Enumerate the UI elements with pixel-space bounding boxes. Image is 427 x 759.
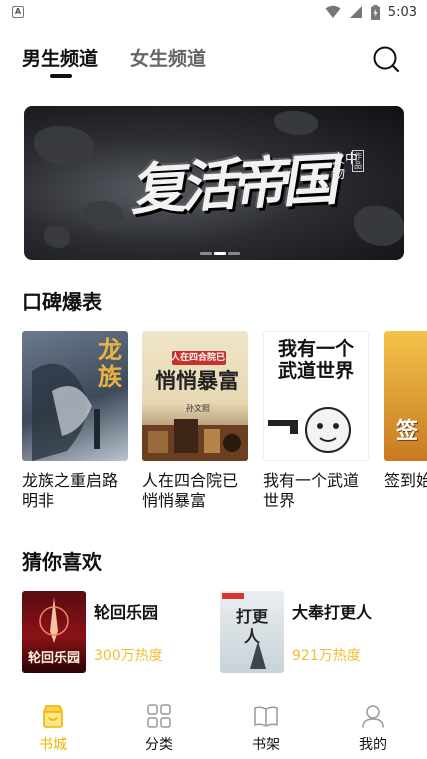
promo-banner[interactable]: 复活帝国 火中物 作品 [24, 106, 404, 260]
nav-label: 分类 [145, 737, 173, 753]
banner-dot[interactable] [200, 252, 212, 255]
banner-dot-active[interactable] [214, 252, 226, 255]
banner-dot[interactable] [228, 252, 240, 255]
signal-icon [349, 6, 362, 18]
cover-subtitle: 人在四合院已 [170, 353, 225, 363]
ranking-section-title: 口碑爆表 [22, 290, 102, 314]
book-heat: 921万热度 [292, 648, 361, 664]
cover-title: 悄悄暴富 [155, 369, 239, 393]
book-cover: 轮回乐园 [22, 591, 86, 673]
status-time: 5:03 [387, 4, 417, 20]
recommend-book-item[interactable]: 打更人 大奉打更人 921万热度 [220, 591, 420, 675]
banner-author-note: 作品 [352, 150, 364, 172]
bookstore-icon [43, 705, 63, 728]
book-card[interactable]: 龙族 龙族之重启路明非 [22, 331, 128, 511]
book-title: 轮回乐园 [94, 603, 159, 622]
book-card[interactable]: 人在四合院已 悄悄暴富 孙文照 人在四合院已悄悄暴富 [142, 331, 248, 511]
active-tab-indicator [50, 74, 72, 78]
search-icon[interactable] [371, 44, 401, 74]
book-cover: 打更人 [220, 591, 284, 673]
book-cover: 签 [384, 331, 427, 461]
wifi-icon [325, 5, 341, 18]
nav-bookstore[interactable]: 书城 [13, 690, 93, 759]
book-name: 我有一个武道世界 [263, 471, 360, 510]
ranking-book-carousel[interactable]: 龙族 龙族之重启路明非 人在四合院已 悄悄暴富 孙文照 人在四合院已悄悄暴富 我… [22, 331, 427, 511]
status-bar: A 5:03 [0, 0, 427, 24]
nav-label: 我的 [359, 737, 387, 753]
nav-label: 书架 [252, 737, 280, 753]
grid-icon [147, 704, 171, 728]
app-notification-icon: A [12, 6, 24, 18]
book-cover: 龙族 [22, 331, 128, 461]
cover-title: 轮回乐园 [27, 651, 80, 666]
nav-category[interactable]: 分类 [119, 690, 199, 759]
cover-title: 龙族 [98, 336, 122, 391]
nav-profile[interactable]: 我的 [333, 690, 413, 759]
book-open-icon [254, 706, 278, 727]
banner-title: 复活帝国 [129, 147, 342, 224]
book-cover: 人在四合院已 悄悄暴富 孙文照 [142, 331, 248, 461]
cover-title: 签 [396, 419, 419, 444]
book-name: 签到始 [384, 471, 427, 490]
banner-pagination [200, 252, 240, 255]
book-heat: 300万热度 [94, 648, 163, 664]
book-cover: 我有一个武道世界 [263, 331, 369, 461]
user-icon [362, 705, 384, 728]
recommend-section-title: 猜你喜欢 [22, 550, 102, 574]
nav-label: 书城 [39, 737, 67, 753]
book-name: 人在四合院已悄悄暴富 [142, 471, 239, 510]
tab-female-channel[interactable]: 女生频道 [130, 44, 206, 71]
recommend-book-item[interactable]: 轮回乐园 轮回乐园 300万热度 [22, 591, 212, 675]
bottom-navigation: 书城 分类 书架 我的 [0, 690, 427, 759]
book-name: 龙族之重启路明非 [22, 471, 119, 510]
status-icons: 5:03 [325, 3, 417, 21]
nav-bookshelf[interactable]: 书架 [226, 690, 306, 759]
book-card[interactable]: 我有一个武道世界 我有一个武道世界 [263, 331, 369, 511]
tab-male-channel[interactable]: 男生频道 [22, 44, 98, 71]
battery-icon [370, 4, 380, 20]
book-title: 大奉打更人 [292, 603, 373, 622]
cover-title: 我有一个武道世界 [278, 338, 355, 382]
book-card[interactable]: 签 签到始 [384, 331, 427, 491]
